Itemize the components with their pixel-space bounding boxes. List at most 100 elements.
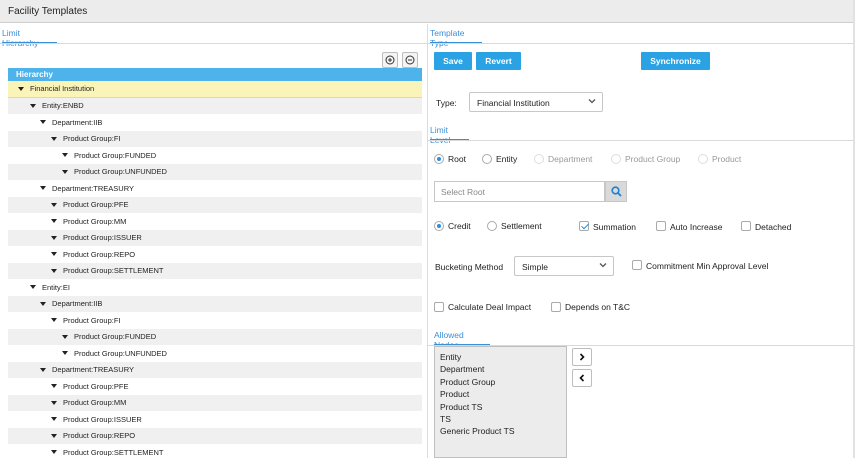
tree-node[interactable]: Department:IIB <box>8 114 422 131</box>
tab-limit-level[interactable]: Limit Level <box>430 121 469 145</box>
tree-node[interactable]: Product Group:MM <box>8 394 422 411</box>
expand-caret-icon[interactable] <box>51 433 57 438</box>
radio-root[interactable] <box>434 154 444 164</box>
expand-caret-icon[interactable] <box>51 318 57 323</box>
tree-header: Hierarchy <box>8 68 422 81</box>
checkbox-auto-increase[interactable] <box>656 221 666 231</box>
search-icon <box>610 186 622 197</box>
tree-node[interactable]: Product Group:PFE <box>8 196 422 213</box>
list-item[interactable]: TS <box>440 413 566 425</box>
checkbox-calculate-deal-impact[interactable] <box>434 302 444 312</box>
expand-caret-icon[interactable] <box>62 334 68 339</box>
tree-node[interactable]: Product Group:FI <box>8 312 422 329</box>
tree-node[interactable]: Product Group:ISSUER <box>8 411 422 428</box>
radio-product[interactable] <box>698 154 708 164</box>
tree-node-label: Product Group:FUNDED <box>74 150 157 160</box>
expand-caret-icon[interactable] <box>51 384 57 389</box>
list-item[interactable]: Department <box>440 363 566 375</box>
expand-caret-icon[interactable] <box>62 169 68 174</box>
tree-node[interactable]: Entity:EI <box>8 279 422 296</box>
radio-credit[interactable] <box>434 221 444 231</box>
expand-caret-icon[interactable] <box>51 268 57 273</box>
expand-all-button[interactable] <box>382 52 398 68</box>
bucketing-method-value: Simple <box>522 262 548 272</box>
expand-caret-icon[interactable] <box>51 136 57 141</box>
expand-caret-icon[interactable] <box>51 219 57 224</box>
checkbox-depends-on-tc[interactable] <box>551 302 561 312</box>
expand-caret-icon[interactable] <box>51 235 57 240</box>
tab-limit-hierarchy[interactable]: Limit Hierarchy <box>2 24 57 48</box>
tree-node[interactable]: Financial Institution <box>8 81 422 98</box>
tree-node[interactable]: Product Group:UNFUNDED <box>8 345 422 362</box>
radio-entity[interactable] <box>482 154 492 164</box>
radio-department[interactable] <box>534 154 544 164</box>
chevron-right-icon <box>579 353 585 361</box>
expand-caret-icon[interactable] <box>51 400 57 405</box>
tree-node[interactable]: Department:TREASURY <box>8 180 422 197</box>
tree-node[interactable]: Product Group:UNFUNDED <box>8 163 422 180</box>
tab-template-type[interactable]: Template Type <box>430 24 482 48</box>
tree-node-label: Product Group:PFE <box>63 381 129 391</box>
list-item[interactable]: Generic Product TS <box>440 425 566 437</box>
checkbox-depends-on-tc-label: Depends on T&C <box>565 302 631 312</box>
tree-node-label: Product Group:FUNDED <box>74 332 157 342</box>
expand-caret-icon[interactable] <box>51 202 57 207</box>
expand-caret-icon[interactable] <box>51 252 57 257</box>
tree-node[interactable]: Product Group:SETTLEMENT <box>8 444 422 456</box>
expand-caret-icon[interactable] <box>30 103 36 108</box>
expand-caret-icon[interactable] <box>62 153 68 158</box>
search-button[interactable] <box>605 181 627 202</box>
expand-caret-icon[interactable] <box>51 417 57 422</box>
tree-node[interactable]: Product Group:REPO <box>8 246 422 263</box>
checkbox-commitment-min-approval[interactable] <box>632 260 642 270</box>
radio-settlement[interactable] <box>487 221 497 231</box>
type-select-value: Financial Institution <box>477 98 550 108</box>
tab-allowed-nodes[interactable]: Allowed Nodes <box>434 326 490 350</box>
chevron-down-icon <box>588 99 596 104</box>
tree-node-label: Product Group:MM <box>63 216 127 226</box>
select-root-input[interactable]: Select Root <box>434 181 605 202</box>
tree-node[interactable]: Product Group:REPO <box>8 427 422 444</box>
tree-node-label: Product Group:ISSUER <box>63 414 142 424</box>
expand-caret-icon[interactable] <box>40 186 46 191</box>
expand-caret-icon[interactable] <box>18 86 24 91</box>
hierarchy-tree: Hierarchy Financial Institution Entity:EN… <box>8 68 422 456</box>
list-item[interactable]: Product <box>440 388 566 400</box>
tree-node[interactable]: Product Group:FI <box>8 130 422 147</box>
tree-node[interactable]: Product Group:ISSUER <box>8 229 422 246</box>
tree-node[interactable]: Product Group:SETTLEMENT <box>8 262 422 279</box>
list-item[interactable]: Product TS <box>440 401 566 413</box>
minus-circle-icon <box>405 55 415 65</box>
collapse-all-button[interactable] <box>402 52 418 68</box>
tree-node[interactable]: Entity:ENBD <box>8 97 422 114</box>
revert-button[interactable]: Revert <box>476 52 521 70</box>
synchronize-button[interactable]: Synchronize <box>641 52 710 70</box>
save-button[interactable]: Save <box>434 52 472 70</box>
list-item[interactable]: Product Group <box>440 376 566 388</box>
tree-node-label: Product Group:UNFUNDED <box>74 348 167 358</box>
tree-node[interactable]: Product Group:MM <box>8 213 422 230</box>
tree-node-label: Department:IIB <box>52 299 103 309</box>
tree-node-label: Financial Institution <box>30 84 95 94</box>
list-item[interactable]: Entity <box>440 351 566 363</box>
expand-caret-icon[interactable] <box>30 285 36 290</box>
tree-node[interactable]: Product Group:PFE <box>8 378 422 395</box>
tree-node[interactable]: Department:TREASURY <box>8 361 422 378</box>
allowed-nodes-list[interactable]: Entity Department Product Group Product … <box>434 346 567 458</box>
bucketing-method-select[interactable]: Simple <box>514 256 614 276</box>
move-right-button[interactable] <box>572 348 592 366</box>
expand-caret-icon[interactable] <box>51 450 57 455</box>
radio-product-group[interactable] <box>611 154 621 164</box>
type-select[interactable]: Financial Institution <box>469 92 603 112</box>
tree-node[interactable]: Product Group:FUNDED <box>8 147 422 164</box>
expand-caret-icon[interactable] <box>62 351 68 356</box>
radio-department-label: Department <box>548 154 593 164</box>
checkbox-detached[interactable] <box>741 221 751 231</box>
expand-caret-icon[interactable] <box>40 301 46 306</box>
checkbox-summation[interactable] <box>579 221 589 231</box>
expand-caret-icon[interactable] <box>40 367 46 372</box>
tree-node[interactable]: Product Group:FUNDED <box>8 328 422 345</box>
move-left-button[interactable] <box>572 369 592 387</box>
tree-node[interactable]: Department:IIB <box>8 295 422 312</box>
expand-caret-icon[interactable] <box>40 120 46 125</box>
